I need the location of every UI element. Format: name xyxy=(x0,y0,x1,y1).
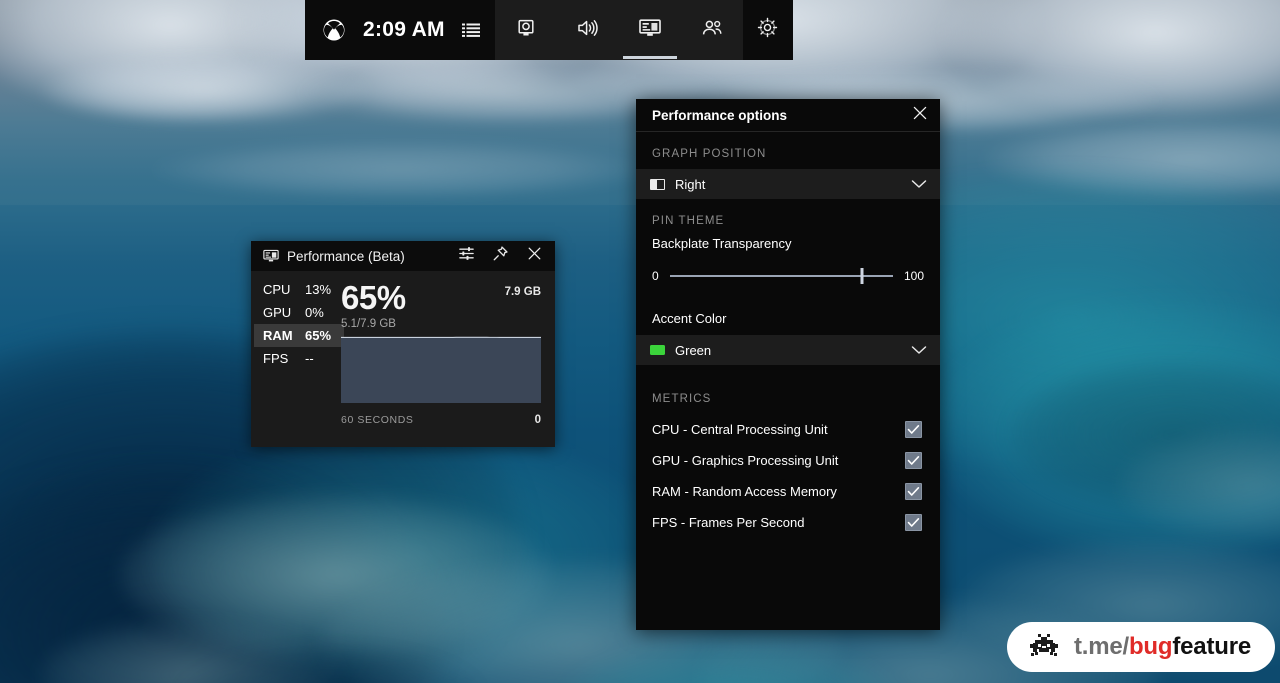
people-icon xyxy=(700,19,724,42)
close-icon xyxy=(526,245,543,267)
check-icon xyxy=(907,487,920,496)
graph-position-icon xyxy=(650,178,665,190)
accent-color-dropdown[interactable]: Green xyxy=(636,335,940,365)
slider-min-label: 0 xyxy=(652,269,659,283)
game-bar-button-settings[interactable] xyxy=(742,0,793,60)
check-icon xyxy=(907,518,920,527)
graph-position-value: Right xyxy=(675,176,706,192)
check-icon xyxy=(907,456,920,465)
metric-value: -- xyxy=(305,351,314,366)
memory-total-label: 7.9 GB xyxy=(504,286,541,298)
game-bar-button-capture[interactable] xyxy=(495,0,557,60)
xbox-logo-icon[interactable] xyxy=(321,17,347,43)
metric-name: RAM xyxy=(263,328,293,343)
metric-name: CPU xyxy=(263,282,291,297)
graph-position-dropdown[interactable]: Right xyxy=(636,169,940,199)
backplate-transparency-slider[interactable] xyxy=(669,267,893,285)
performance-widget-pin-button[interactable] xyxy=(487,244,513,268)
metric-toggle-label: RAM - Random Access Memory xyxy=(652,484,837,499)
game-bar-button-audio[interactable] xyxy=(557,0,619,60)
performance-monitor-icon xyxy=(263,248,279,264)
metric-toggle-ram[interactable]: RAM - Random Access Memory xyxy=(636,476,940,507)
accent-color-value: Green xyxy=(675,342,712,358)
performance-graph-panel: 7.9 GB 65% 5.1/7.9 GB 60 SECONDS 0 xyxy=(341,278,555,447)
backplate-transparency-label: Backplate Transparency xyxy=(652,236,792,251)
metric-toggle-label: GPU - Graphics Processing Unit xyxy=(652,453,839,468)
ram-usage-area-chart xyxy=(341,333,541,403)
metric-toggle-label: CPU - Central Processing Unit xyxy=(652,422,828,437)
performance-widget: Performance (Beta) CPU 13% GPU 0% RAM 65… xyxy=(251,241,555,447)
section-label-metrics: METRICS xyxy=(652,393,712,405)
metric-row-ram[interactable]: RAM 65% xyxy=(254,324,344,347)
volume-icon xyxy=(577,18,599,43)
check-icon xyxy=(907,425,920,434)
metric-name: GPU xyxy=(263,305,292,320)
metric-value: 0% xyxy=(305,305,324,320)
metric-row-fps[interactable]: FPS -- xyxy=(254,347,344,370)
sliders-icon xyxy=(458,245,475,267)
game-bar-left-group: 2:09 AM xyxy=(305,0,495,60)
options-panel-header: Performance options xyxy=(636,99,940,132)
metric-row-gpu[interactable]: GPU 0% xyxy=(254,301,344,324)
checkbox-gpu[interactable] xyxy=(905,452,922,469)
close-icon xyxy=(911,104,929,127)
options-panel-close-button[interactable] xyxy=(906,102,934,128)
checkbox-cpu[interactable] xyxy=(905,421,922,438)
telegram-watermark: t.me/bugfeature xyxy=(1006,622,1275,672)
options-panel-title: Performance options xyxy=(652,107,788,123)
metric-toggle-cpu[interactable]: CPU - Central Processing Unit xyxy=(636,414,940,445)
gear-icon xyxy=(757,17,778,43)
chart-zero-label: 0 xyxy=(534,414,541,426)
xbox-game-bar: 2:09 AM xyxy=(305,0,793,60)
checkbox-fps[interactable] xyxy=(905,514,922,531)
chart-xaxis-label: 60 SECONDS xyxy=(341,414,414,426)
chart-axis-labels: 60 SECONDS 0 xyxy=(341,414,541,426)
section-label-graph-position: GRAPH POSITION xyxy=(652,148,767,160)
metric-toggle-label: FPS - Frames Per Second xyxy=(652,515,805,530)
capture-icon xyxy=(516,18,536,43)
game-bar-widget-buttons xyxy=(494,0,793,60)
performance-widget-settings-button[interactable] xyxy=(453,244,479,268)
pin-icon xyxy=(492,245,509,267)
list-menu-icon[interactable] xyxy=(461,20,481,40)
backplate-transparency-slider-row: 0 100 xyxy=(636,267,940,285)
checkbox-ram[interactable] xyxy=(905,483,922,500)
game-bar-button-social[interactable] xyxy=(681,0,743,60)
metric-value: 65% xyxy=(305,328,332,343)
watermark-bug: bug xyxy=(1128,633,1173,660)
metric-value: 13% xyxy=(305,282,332,297)
performance-monitor-icon xyxy=(638,18,662,43)
chevron-down-icon xyxy=(910,175,928,193)
game-bar-button-performance[interactable] xyxy=(619,0,681,60)
accent-color-swatch xyxy=(650,345,665,355)
performance-widget-titlebar: Performance (Beta) xyxy=(251,241,555,271)
chevron-down-icon xyxy=(910,341,928,359)
ram-usage-chart-svg xyxy=(341,336,541,403)
performance-widget-title: Performance (Beta) xyxy=(287,248,405,264)
slider-max-label: 100 xyxy=(903,269,924,283)
clock-label: 2:09 AM xyxy=(363,18,445,41)
performance-widget-close-button[interactable] xyxy=(521,244,547,268)
memory-used-label: 5.1/7.9 GB xyxy=(341,318,396,330)
section-label-pin-theme: PIN THEME xyxy=(652,215,725,227)
performance-widget-body: CPU 13% GPU 0% RAM 65% FPS -- 7.9 GB 65%… xyxy=(251,271,555,447)
slider-thumb[interactable] xyxy=(860,268,864,284)
metric-row-cpu[interactable]: CPU 13% xyxy=(254,278,344,301)
performance-options-panel: Performance options GRAPH POSITION Right xyxy=(636,99,940,630)
desktop-screen: 2:09 AM Performance (Beta) CPU 13% GPU 0… xyxy=(0,0,1280,683)
accent-color-label: Accent Color xyxy=(652,311,727,326)
performance-metric-list: CPU 13% GPU 0% RAM 65% FPS -- xyxy=(251,278,344,447)
watermark-domain: t.me/ xyxy=(1073,633,1129,660)
watermark-feature: feature xyxy=(1172,633,1251,660)
metric-name: FPS xyxy=(263,351,289,366)
watermark-text: t.me/bugfeature xyxy=(1074,633,1251,661)
bug-invader-icon xyxy=(1027,631,1061,664)
metric-toggle-fps[interactable]: FPS - Frames Per Second xyxy=(636,507,940,538)
metric-toggle-gpu[interactable]: GPU - Graphics Processing Unit xyxy=(636,445,940,476)
